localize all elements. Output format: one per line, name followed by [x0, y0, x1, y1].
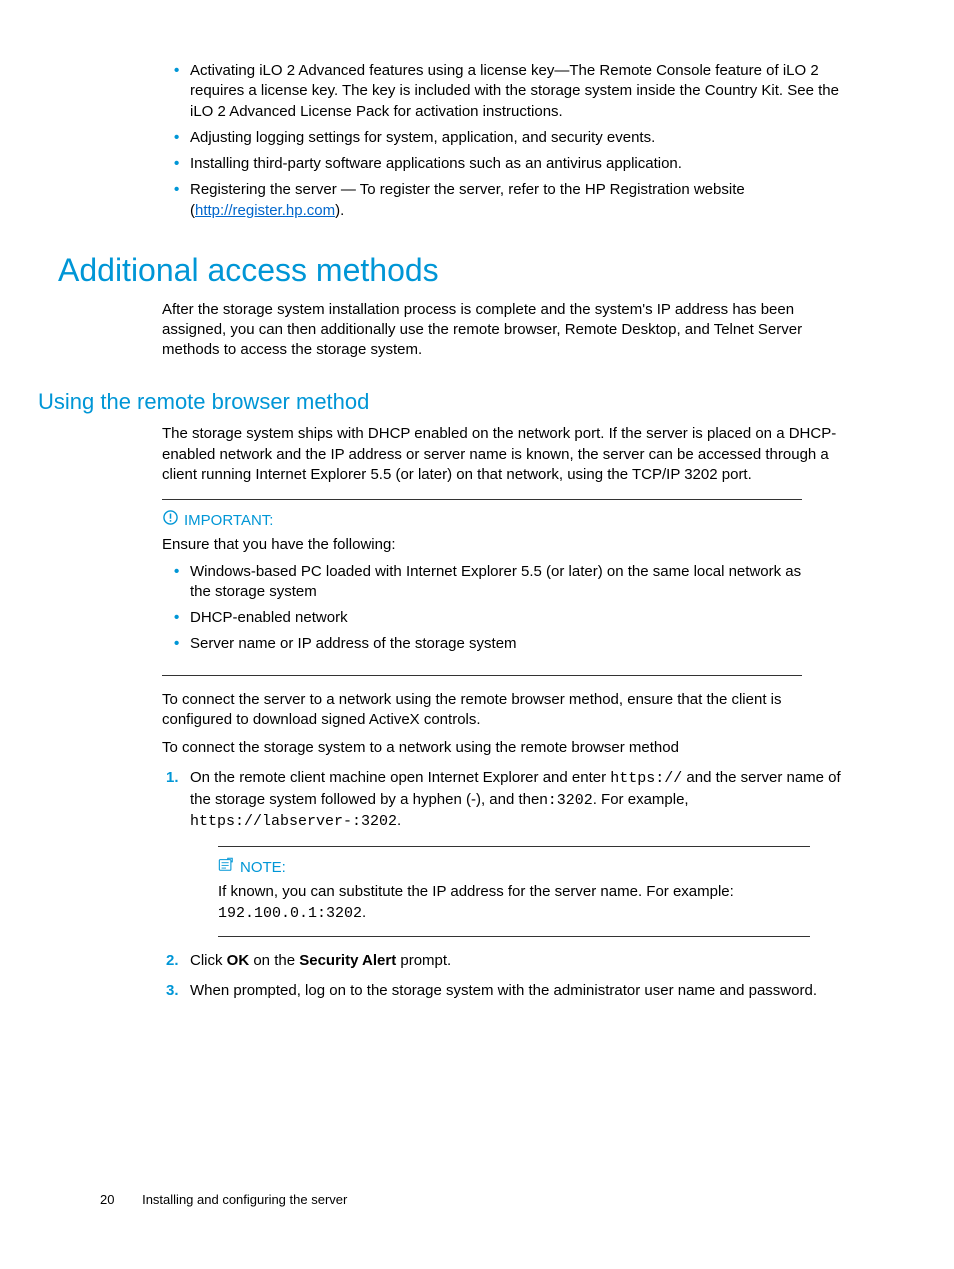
list-item: Activating iLO 2 Advanced features using… — [190, 61, 854, 122]
text: on the — [249, 952, 299, 969]
list-item: Installing third-party software applicat… — [190, 154, 854, 174]
text: Click — [190, 952, 227, 969]
code: :3202 — [548, 792, 593, 809]
note-label: NOTE: — [240, 858, 286, 878]
code: https:// — [610, 770, 682, 787]
list-item: Server name or IP address of the storage… — [190, 634, 802, 654]
code: https://labserver-:3202 — [190, 813, 397, 830]
note-icon — [218, 857, 234, 878]
top-bullet-list: Activating iLO 2 Advanced features using… — [162, 61, 854, 221]
paragraph: To connect the server to a network using… — [162, 690, 854, 731]
step-item: When prompted, log on to the storage sys… — [190, 981, 854, 1001]
list-item: Adjusting logging settings for system, a… — [190, 128, 854, 148]
important-head: IMPORTANT: — [162, 510, 802, 531]
steps-list: On the remote client machine open Intern… — [162, 768, 854, 1001]
important-label: IMPORTANT: — [184, 511, 273, 531]
text: On the remote client machine open Intern… — [190, 769, 610, 786]
step-item: On the remote client machine open Intern… — [190, 768, 854, 937]
heading-additional-access-methods: Additional access methods — [58, 249, 854, 292]
page-footer: 20 Installing and configuring the server — [100, 1191, 854, 1209]
paragraph: Ensure that you have the following: — [162, 535, 802, 555]
step-item: Click OK on the Security Alert prompt. — [190, 951, 854, 971]
important-list: Windows-based PC loaded with Internet Ex… — [162, 562, 802, 655]
note-head: NOTE: — [218, 857, 810, 878]
bold: OK — [227, 952, 250, 969]
note-callout: NOTE: If known, you can substitute the I… — [218, 846, 810, 937]
list-item: Registering the server — To register the… — [190, 180, 854, 221]
paragraph: To connect the storage system to a netwo… — [162, 738, 854, 758]
list-item: Windows-based PC loaded with Internet Ex… — [190, 562, 802, 603]
text: If known, you can substitute the IP addr… — [218, 883, 734, 900]
footer-title: Installing and configuring the server — [142, 1192, 347, 1207]
list-item: DHCP-enabled network — [190, 608, 802, 628]
text: . — [362, 904, 366, 921]
heading-using-remote-browser: Using the remote browser method — [38, 387, 854, 417]
page-number: 20 — [100, 1191, 114, 1209]
paragraph: After the storage system installation pr… — [162, 300, 854, 361]
code: 192.100.0.1:3202 — [218, 905, 362, 922]
bold: Security Alert — [299, 952, 396, 969]
important-callout: IMPORTANT: Ensure that you have the foll… — [162, 499, 802, 676]
text: ). — [335, 202, 344, 219]
paragraph: The storage system ships with DHCP enabl… — [162, 424, 854, 485]
text: . — [397, 812, 401, 829]
register-link[interactable]: http://register.hp.com — [195, 202, 335, 219]
important-icon — [162, 510, 178, 531]
text: . For example, — [593, 791, 689, 808]
text: prompt. — [396, 952, 451, 969]
